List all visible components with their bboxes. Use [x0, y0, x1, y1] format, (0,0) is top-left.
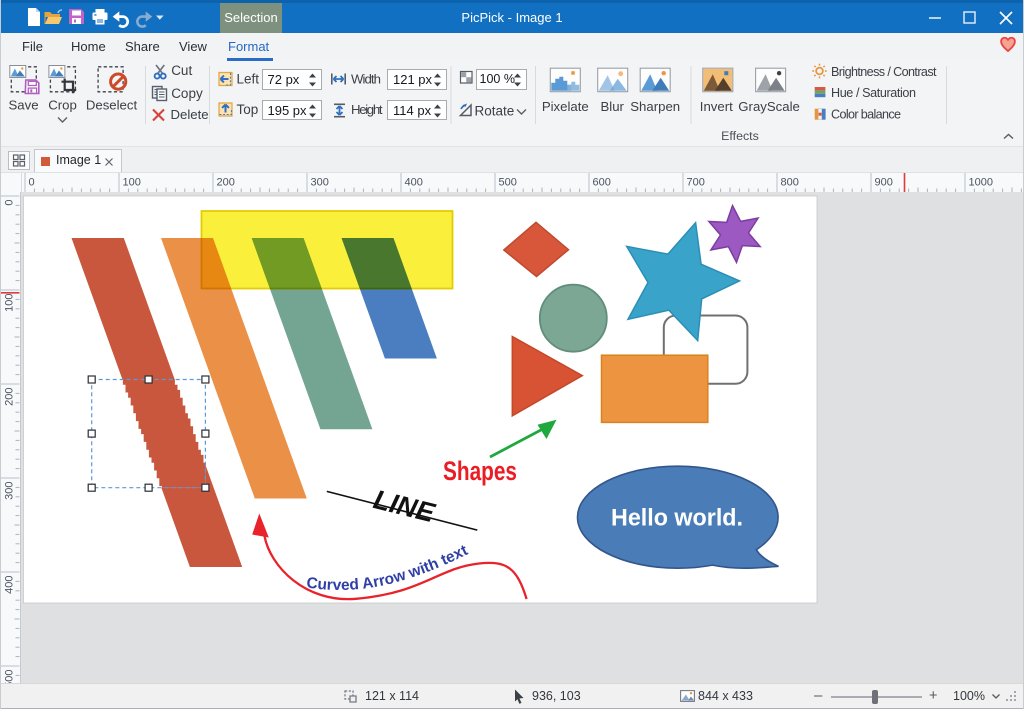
- svg-text:Hue / Saturation: Hue / Saturation: [831, 86, 916, 100]
- svg-text:Deselect: Deselect: [86, 98, 138, 113]
- svg-text:Hello world.: Hello world.: [611, 505, 743, 532]
- svg-text:1000: 1000: [969, 176, 993, 188]
- svg-text:400: 400: [405, 176, 423, 188]
- svg-text:100: 100: [123, 176, 141, 188]
- svg-text:100: 100: [4, 294, 16, 312]
- svg-text:GrayScale: GrayScale: [738, 99, 800, 114]
- svg-text:Sharpen: Sharpen: [630, 99, 680, 114]
- svg-text:Delete: Delete: [171, 107, 209, 122]
- svg-text:Top: Top: [237, 102, 259, 117]
- svg-text:Copy: Copy: [171, 86, 203, 101]
- svg-text:Blur: Blur: [600, 99, 624, 114]
- svg-text:Effects: Effects: [721, 129, 759, 143]
- svg-text:Invert: Invert: [700, 99, 733, 114]
- svg-text:800: 800: [781, 176, 799, 188]
- svg-text:0: 0: [4, 200, 16, 206]
- svg-text:Height: Height: [351, 102, 383, 117]
- svg-text:200: 200: [4, 388, 16, 406]
- svg-text:300: 300: [311, 176, 329, 188]
- svg-text:0: 0: [29, 176, 35, 188]
- svg-text:Pixelate: Pixelate: [542, 99, 589, 114]
- svg-text:300: 300: [4, 482, 16, 500]
- svg-text:Left: Left: [237, 71, 260, 86]
- svg-text:Brightness / Contrast: Brightness / Contrast: [831, 65, 937, 79]
- svg-text:900: 900: [875, 176, 893, 188]
- svg-text:Width: Width: [351, 71, 381, 86]
- svg-text:Color balance: Color balance: [831, 107, 901, 121]
- svg-text:700: 700: [687, 176, 705, 188]
- svg-text:600: 600: [593, 176, 611, 188]
- svg-text:Rotate: Rotate: [475, 104, 515, 119]
- svg-text:Shapes: Shapes: [443, 456, 517, 486]
- svg-text:Save: Save: [8, 98, 38, 113]
- svg-text:500: 500: [4, 670, 16, 684]
- svg-text:500: 500: [499, 176, 517, 188]
- svg-text:Crop: Crop: [48, 98, 77, 113]
- svg-text:200: 200: [217, 176, 235, 188]
- svg-text:400: 400: [4, 576, 16, 594]
- svg-text:Cut: Cut: [171, 63, 192, 78]
